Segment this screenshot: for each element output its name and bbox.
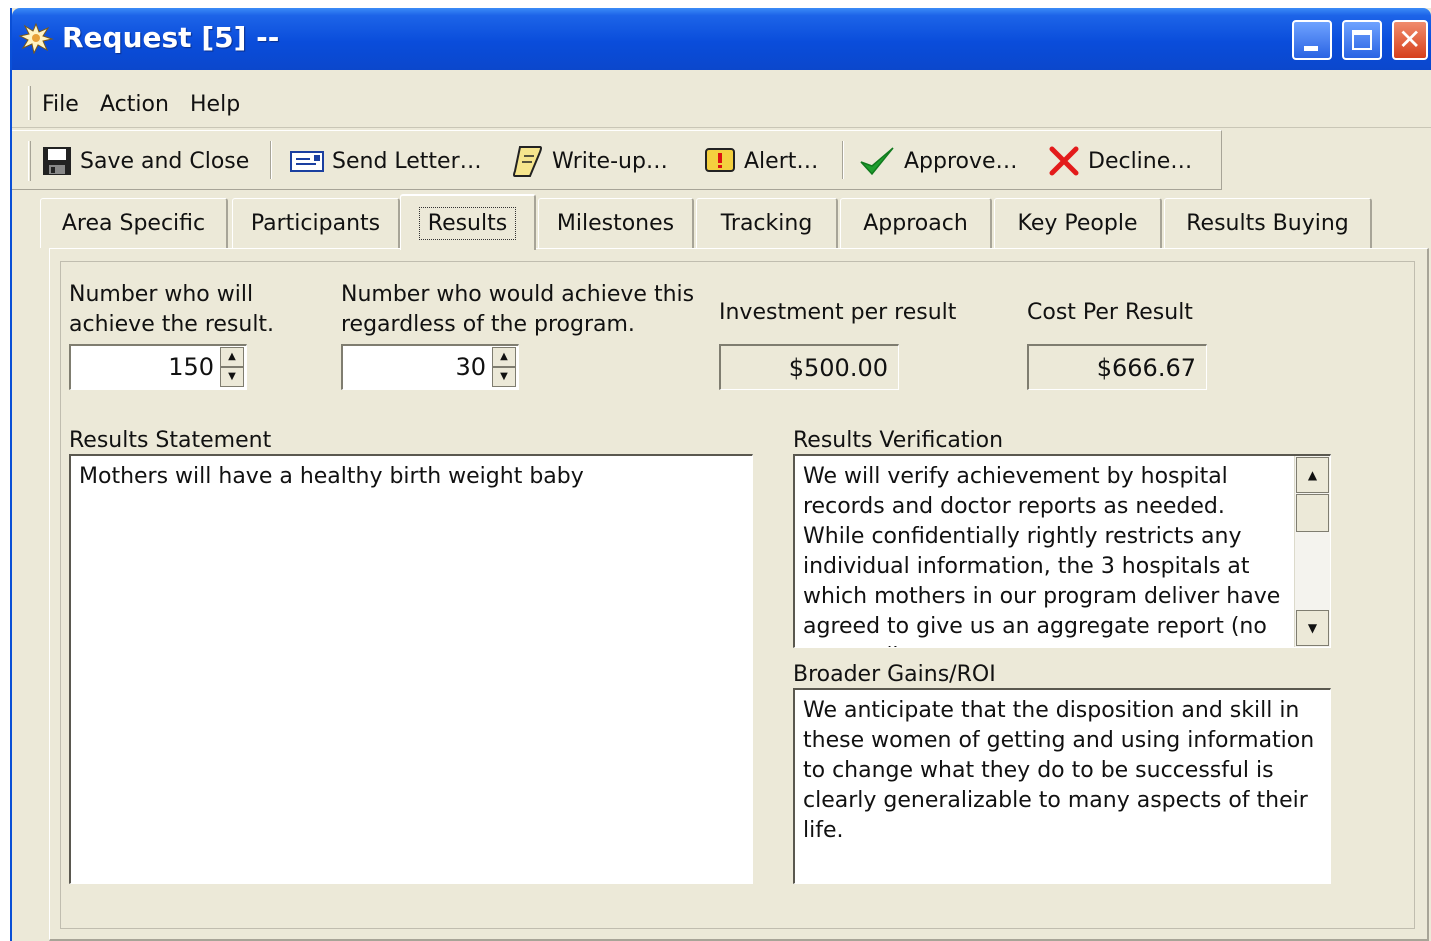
- save-and-close-button[interactable]: Save and Close: [42, 141, 249, 181]
- menu-file[interactable]: File: [42, 92, 79, 117]
- approve-label: Approve…: [904, 148, 1018, 174]
- tab-key-people[interactable]: Key People: [994, 198, 1162, 248]
- tab-label: Results: [418, 206, 517, 240]
- tab-label: Tracking: [720, 211, 813, 236]
- number-achieve-stepper[interactable]: 150 ▲ ▼: [69, 344, 247, 390]
- investment-field: $500.00: [719, 344, 899, 390]
- tab-area-specific[interactable]: Area Specific: [40, 198, 228, 248]
- maximize-icon: [1352, 30, 1372, 50]
- results-tab-panel: Number who will achieve the result. 150 …: [49, 248, 1429, 941]
- results-verification-label: Results Verification: [793, 428, 1004, 453]
- results-statement-label: Results Statement: [69, 428, 272, 453]
- broader-gains-textarea[interactable]: We anticipate that the disposition and s…: [793, 688, 1331, 884]
- tab-participants[interactable]: Participants: [232, 198, 400, 248]
- toolbar-separator: [270, 141, 272, 179]
- floppy-disk-icon: [43, 147, 71, 175]
- letter-icon: [290, 151, 324, 172]
- tab-label: Milestones: [556, 211, 675, 236]
- menu-grip[interactable]: [28, 86, 31, 120]
- tab-approach[interactable]: Approach: [840, 198, 992, 248]
- minimize-icon: [1304, 46, 1318, 51]
- tab-label: Approach: [863, 211, 968, 236]
- investment-value: $500.00: [788, 354, 888, 382]
- write-up-label: Write-up…: [552, 148, 668, 174]
- app-burst-icon: [18, 22, 54, 54]
- window-title: Request [5] --: [62, 21, 280, 54]
- toolbar-separator: [842, 141, 844, 179]
- scroll-icon: [513, 146, 542, 177]
- cost-value: $666.67: [1096, 354, 1196, 382]
- write-up-button[interactable]: Write-up…: [512, 141, 668, 181]
- send-letter-label: Send Letter…: [332, 148, 482, 174]
- maximize-button[interactable]: [1342, 20, 1382, 60]
- regardless-stepper[interactable]: 30 ▲ ▼: [341, 344, 519, 390]
- close-button[interactable]: ✕: [1392, 20, 1428, 60]
- menu-action[interactable]: Action: [100, 92, 169, 117]
- decline-button[interactable]: Decline…: [1048, 141, 1192, 181]
- alert-button[interactable]: Alert…: [704, 141, 818, 181]
- tab-milestones[interactable]: Milestones: [538, 198, 694, 248]
- send-letter-button[interactable]: Send Letter…: [290, 141, 482, 181]
- regardless-value: 30: [455, 353, 486, 381]
- tab-results-buying[interactable]: Results Buying: [1164, 198, 1372, 248]
- alert-label: Alert…: [744, 148, 819, 174]
- scroll-up-icon[interactable]: ▲: [1296, 457, 1329, 493]
- up-arrow-icon[interactable]: ▲: [220, 347, 244, 367]
- red-x-icon: [1049, 146, 1079, 176]
- stepper-arrows: ▲ ▼: [220, 347, 244, 387]
- results-verification-text: We will verify achievement by hospital r…: [803, 464, 1281, 647]
- up-arrow-icon[interactable]: ▲: [492, 347, 516, 367]
- vertical-scrollbar[interactable]: ▲ ▼: [1294, 456, 1330, 647]
- tab-label: Key People: [1017, 211, 1138, 236]
- toolbar: Save and Close Send Letter… Write-up… Al…: [12, 130, 1222, 190]
- number-achieve-label: Number who will achieve the result.: [69, 282, 275, 337]
- cost-field: $666.67: [1027, 344, 1207, 390]
- scroll-thumb[interactable]: [1296, 494, 1329, 532]
- down-arrow-icon[interactable]: ▼: [220, 367, 244, 387]
- cost-label: Cost Per Result: [1027, 300, 1193, 325]
- decline-label: Decline…: [1088, 148, 1193, 174]
- title-bar[interactable]: Request [5] -- ✕: [12, 8, 1431, 70]
- request-window: Request [5] -- ✕ File Action Help Save a…: [10, 8, 1431, 941]
- number-achieve-value: 150: [168, 353, 214, 381]
- down-arrow-icon[interactable]: ▼: [492, 367, 516, 387]
- scroll-down-icon[interactable]: ▼: [1296, 610, 1329, 646]
- broader-gains-label: Broader Gains/ROI: [793, 662, 996, 687]
- save-and-close-label: Save and Close: [80, 148, 250, 174]
- menu-bar: File Action Help: [12, 78, 1431, 128]
- tab-label: Results Buying: [1186, 211, 1349, 236]
- investment-label: Investment per result: [719, 300, 957, 325]
- minimize-button[interactable]: [1292, 20, 1332, 60]
- broader-gains-text: We anticipate that the disposition and s…: [803, 698, 1315, 843]
- alert-icon: [705, 148, 735, 172]
- approve-button[interactable]: Approve…: [858, 141, 1018, 181]
- close-icon: ✕: [1398, 23, 1422, 56]
- checkmark-icon: [860, 147, 894, 176]
- results-verification-textarea[interactable]: We will verify achievement by hospital r…: [793, 454, 1331, 648]
- menu-help[interactable]: Help: [190, 92, 240, 117]
- results-statement-textarea[interactable]: Mothers will have a healthy birth weight…: [69, 454, 753, 884]
- tab-tracking[interactable]: Tracking: [696, 198, 838, 248]
- regardless-label: Number who would achieve this regardless…: [341, 282, 695, 337]
- stepper-arrows: ▲ ▼: [492, 347, 516, 387]
- tab-label: Participants: [250, 211, 381, 236]
- results-statement-text: Mothers will have a healthy birth weight…: [79, 464, 584, 489]
- results-group-frame: Number who will achieve the result. 150 …: [60, 261, 1415, 929]
- tab-results[interactable]: Results: [400, 194, 536, 250]
- tab-label: Area Specific: [61, 211, 206, 236]
- toolbar-grip[interactable]: [28, 141, 31, 181]
